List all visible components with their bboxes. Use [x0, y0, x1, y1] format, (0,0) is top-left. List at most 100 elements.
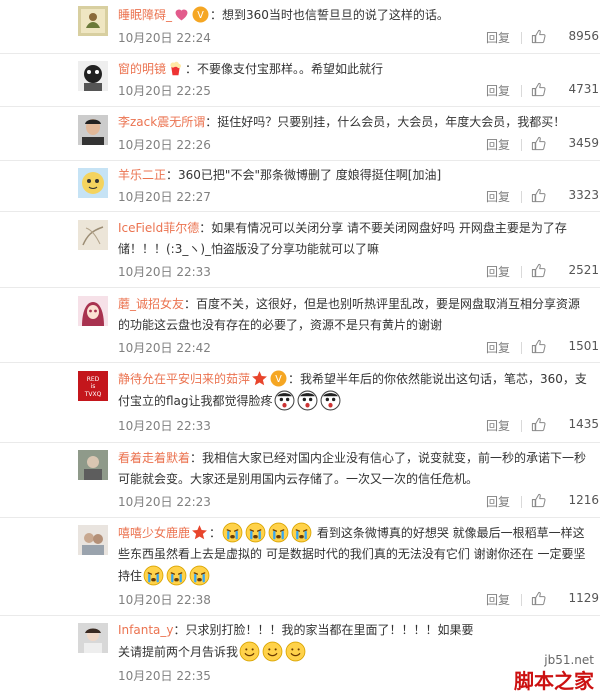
comment-username[interactable]: 蘑_诚招女友	[118, 297, 184, 311]
divider	[521, 594, 522, 606]
crying-face-icon	[222, 522, 243, 543]
thumbs-up-icon	[531, 263, 546, 278]
divider	[521, 266, 522, 278]
avatar[interactable]	[78, 6, 108, 36]
like-count: 1216	[568, 493, 599, 507]
comment-time: 10月20日 22:35	[118, 669, 211, 683]
comment-item: 蘑_诚招女友：百度不关，这很好，但是也别听热评里乱改，要是网盘取消互相分享资源的…	[0, 287, 600, 363]
smile-face-icon	[239, 641, 260, 662]
comment-time: 10月20日 22:26	[118, 138, 211, 152]
like-count: 2521	[568, 263, 599, 277]
comment-item: Infanta_y：只求别打脸！！！我的家当都在里面了！！！！如果要关请提前两个…	[0, 615, 600, 698]
vip-badge-icon	[192, 6, 209, 23]
crying-face-icon	[189, 565, 210, 586]
avatar[interactable]	[78, 525, 108, 555]
divider	[521, 496, 522, 508]
popcorn-badge-icon	[170, 61, 182, 76]
avatar[interactable]	[78, 296, 108, 326]
comment-time: 10月20日 22:23	[118, 495, 211, 509]
comment-username[interactable]: 看着走着默着	[118, 451, 190, 465]
comment-text: ：想到360当时也信誓旦旦的说了这样的话。	[210, 8, 449, 22]
thumbs-up-icon	[531, 591, 546, 606]
shocked-face-icon	[274, 390, 295, 411]
thumbs-up-icon	[531, 82, 546, 97]
comment-item: IceField菲尔德：如果有情况可以关闭分享 请不要关闭网盘好吗 开网盘主要是…	[0, 211, 600, 288]
thumbs-up-icon	[531, 417, 546, 432]
comment-username[interactable]: 羊乐二正	[118, 168, 166, 182]
comment-time: 10月20日 22:38	[118, 593, 211, 607]
comment-item: 李zack震无所谓：挺住好吗？只要别挂，什么会员，大会员，年度大会员，我都买！ …	[0, 106, 600, 161]
vip-badge-icon	[270, 370, 287, 387]
like-count: 3459	[568, 136, 599, 150]
comment-time: 10月20日 22:27	[118, 190, 211, 204]
comment-text: ：百度不关，这很好，但是也别听热评里乱改，要是网盘取消互相分享资源的功能这云盘也…	[118, 297, 581, 332]
comment-text: ：360已把"不会"那条微博删了 度娘得挺住啊[加油]	[166, 168, 442, 182]
like-count: 1435	[568, 417, 599, 431]
divider	[521, 85, 522, 97]
thumbs-up-icon	[531, 188, 546, 203]
crying-face-icon	[166, 565, 187, 586]
star-badge-icon	[251, 370, 268, 387]
reply-button[interactable]: 回复	[486, 493, 510, 510]
thumbs-up-icon	[531, 493, 546, 508]
watermark-name: 脚本之家	[514, 669, 594, 693]
reply-button[interactable]: 回复	[486, 339, 510, 356]
reply-button[interactable]: 回复	[486, 417, 510, 434]
reply-button[interactable]: 回复	[486, 82, 510, 99]
crying-face-icon	[291, 522, 312, 543]
divider	[521, 420, 522, 432]
reply-button[interactable]: 回复	[486, 263, 510, 280]
star-badge-icon	[191, 524, 208, 541]
avatar[interactable]	[78, 61, 108, 91]
thumbs-up-icon	[531, 29, 546, 44]
thumbs-up-icon	[531, 136, 546, 151]
crying-face-icon	[268, 522, 289, 543]
comment-item: 看着走着默着：我相信大家已经对国内企业没有信心了，说变就变，前一秒的承诺下一秒可…	[0, 442, 600, 518]
avatar[interactable]	[78, 220, 108, 250]
crying-face-icon	[143, 565, 164, 586]
comment-username[interactable]: 静待允在平安归来的茹萍	[118, 372, 250, 386]
divider	[521, 191, 522, 203]
shocked-face-icon	[297, 390, 318, 411]
comment-item: 嘻嘻少女鹿鹿： 看到这条微博真的好想哭 就像最后一根稻草一样这些东西虽然看上去是…	[0, 517, 600, 616]
avatar[interactable]: RED is TVXQ	[78, 371, 108, 401]
svg-text:RED: RED	[87, 376, 100, 383]
reply-button[interactable]: 回复	[486, 188, 510, 205]
comment-username[interactable]: IceField菲尔德	[118, 221, 199, 235]
reply-button[interactable]: 回复	[486, 29, 510, 46]
like-count: 4731	[568, 82, 599, 96]
comment-item: 睡眠障碍_ ：想到360当时也信誓旦旦的说了这样的话。 10月20日 22:24 …	[0, 0, 600, 54]
avatar[interactable]	[78, 450, 108, 480]
comment-time: 10月20日 22:25	[118, 84, 211, 98]
comment-item: RED is TVXQ 静待允在平安归来的茹萍 ：我希望半年后的你依然能说出这句话，笔…	[0, 362, 600, 443]
comment-item: 窗的明镜 ：不要像支付宝那样。。希望如此就行 10月20日 22:25 回复 47…	[0, 53, 600, 107]
comment-text: ：不要像支付宝那样。。希望如此就行	[185, 62, 384, 76]
like-count: 3323	[568, 188, 599, 202]
divider	[521, 342, 522, 354]
shocked-face-icon	[320, 390, 341, 411]
comment-username[interactable]: 睡眠障碍_	[118, 8, 172, 22]
comment-username[interactable]: 李zack震无所谓	[118, 115, 205, 129]
smile-face-icon	[285, 641, 306, 662]
comment-username[interactable]: 嘻嘻少女鹿鹿	[118, 526, 190, 540]
reply-button[interactable]: 回复	[486, 136, 510, 153]
like-count: 8956	[568, 29, 599, 43]
comment-time: 10月20日 22:24	[118, 31, 211, 45]
divider	[521, 32, 522, 44]
heart-badge-icon	[175, 9, 188, 21]
smile-face-icon	[262, 641, 283, 662]
comment-time: 10月20日 22:42	[118, 341, 211, 355]
avatar[interactable]	[78, 623, 108, 653]
comment-username[interactable]: 窗的明镜	[118, 62, 166, 76]
comment-time: 10月20日 22:33	[118, 419, 211, 433]
comment-text: ：挺住好吗？只要别挂，什么会员，大会员，年度大会员，我都买！	[205, 115, 566, 129]
site-watermark: jb51.net 脚本之家	[514, 653, 594, 694]
reply-button[interactable]: 回复	[486, 591, 510, 608]
comment-username[interactable]: Infanta_y	[118, 623, 174, 637]
comment-item: 羊乐二正：360已把"不会"那条微博删了 度娘得挺住啊[加油] 10月20日 2…	[0, 160, 600, 212]
svg-text:is: is	[91, 383, 96, 390]
crying-face-icon	[245, 522, 266, 543]
avatar[interactable]	[78, 168, 108, 198]
avatar[interactable]	[78, 115, 108, 145]
divider	[521, 139, 522, 151]
